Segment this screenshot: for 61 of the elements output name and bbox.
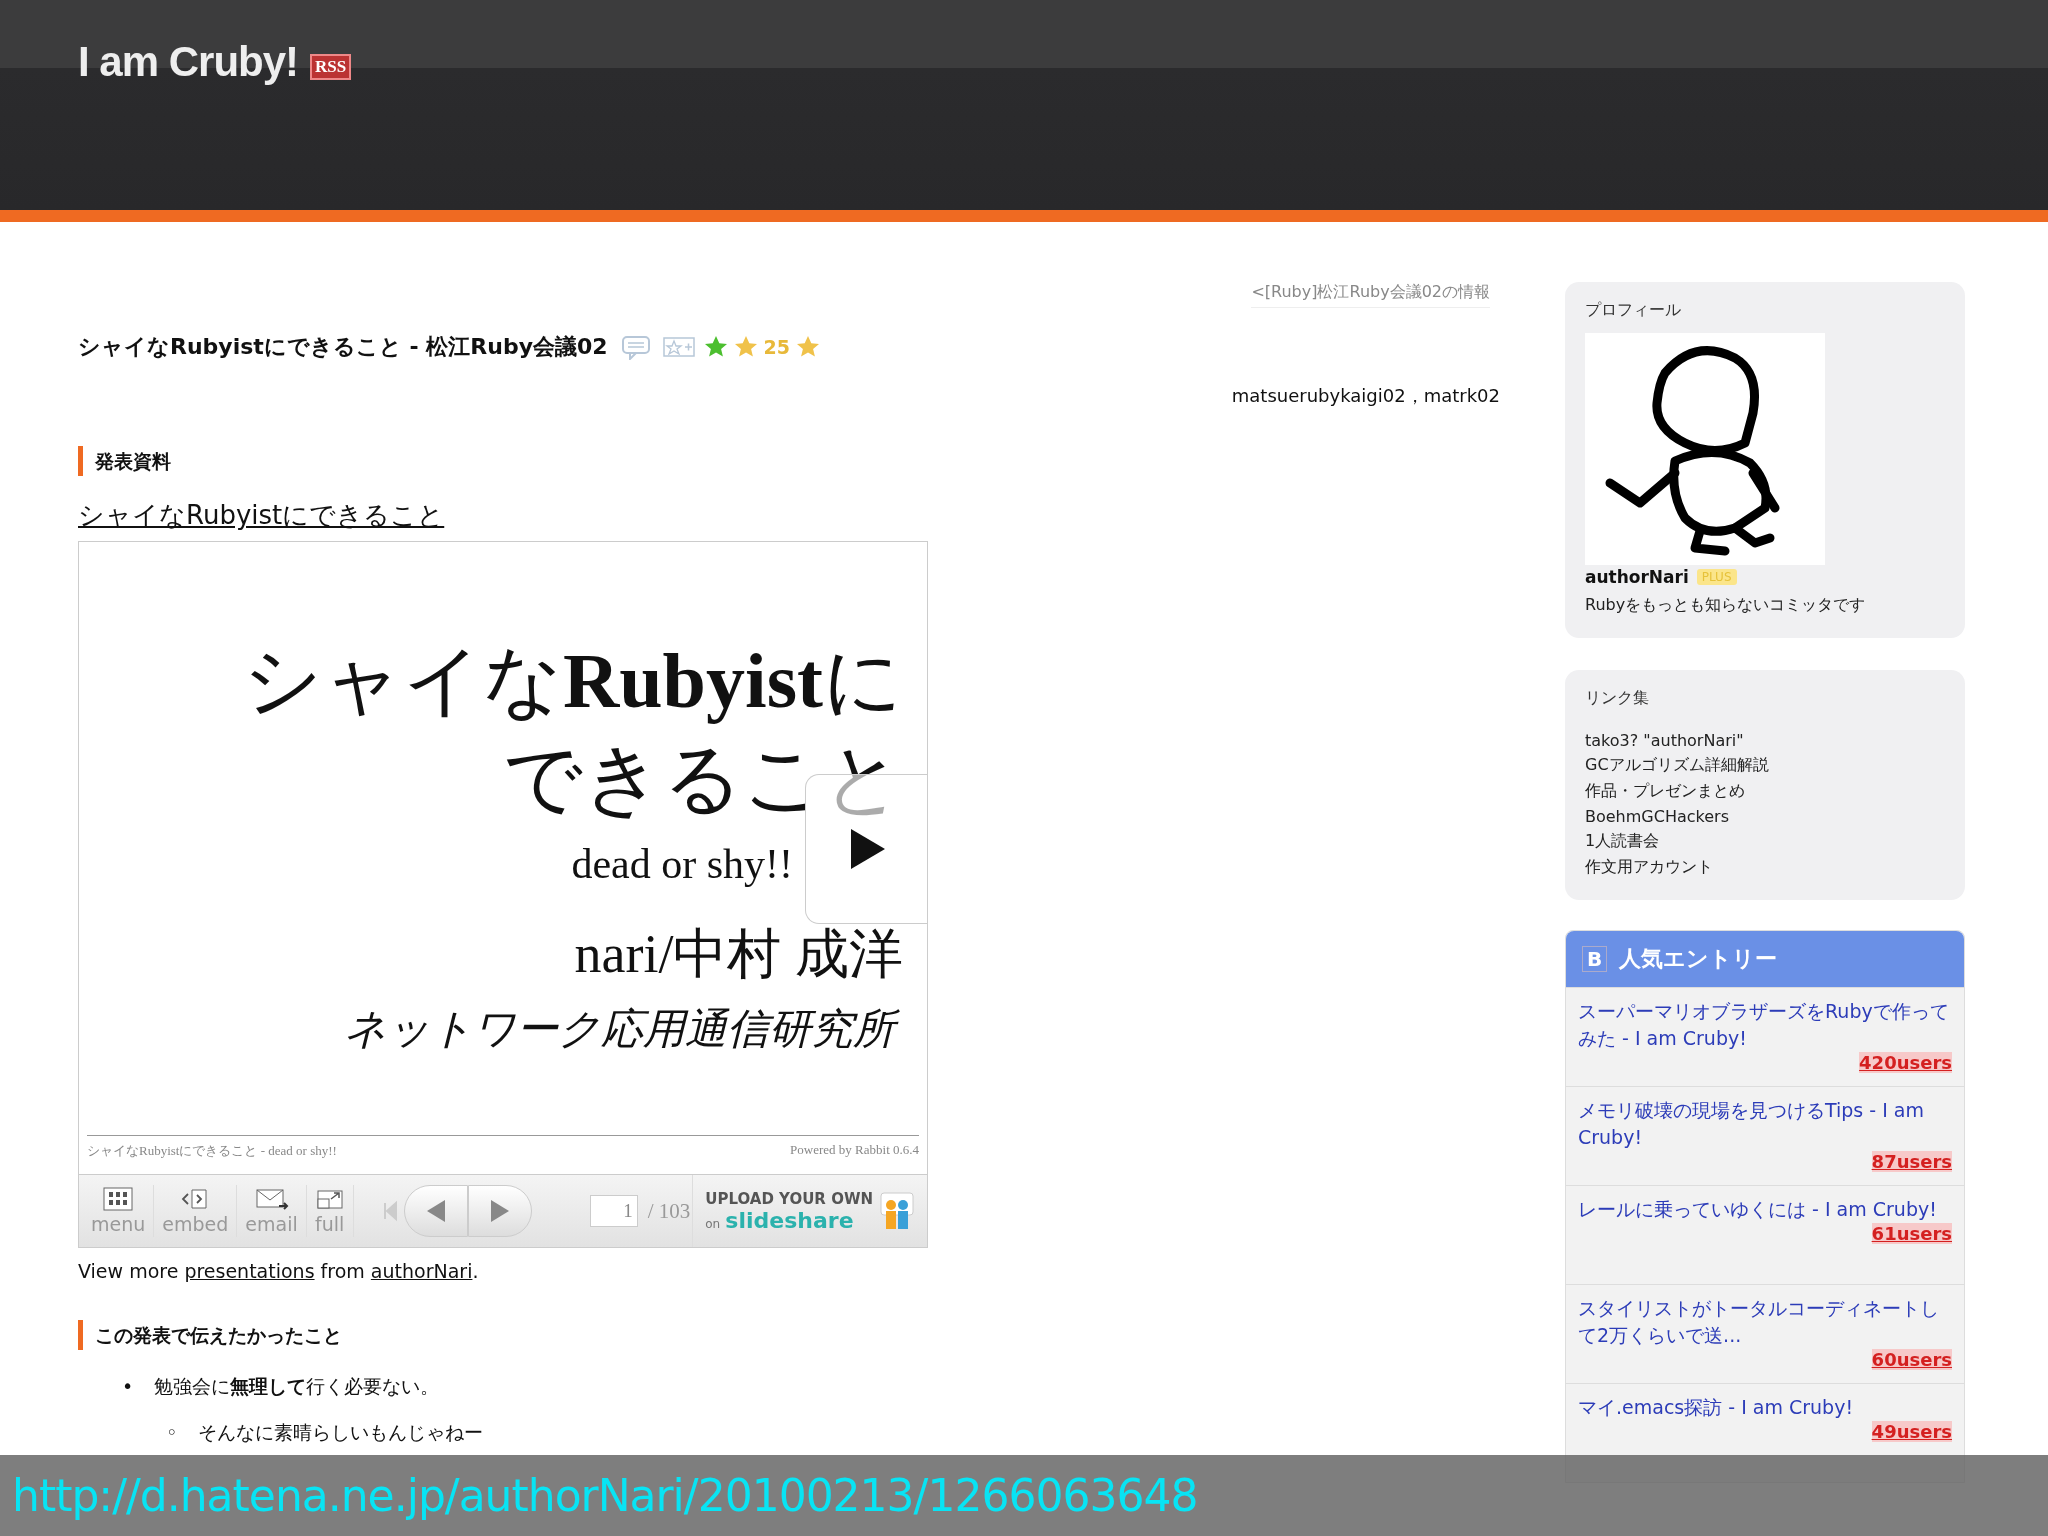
star-icon[interactable] (703, 335, 728, 359)
user-count-link[interactable]: 87users (1871, 1151, 1952, 1172)
previous-slide-button[interactable] (403, 1185, 468, 1237)
section-heading: この発表で伝えたかったこと (78, 1320, 1520, 1350)
entry-link[interactable]: マイ.emacs探訪 - I am Cruby! (1578, 1394, 1952, 1421)
page-number-field[interactable]: 1 (589, 1195, 638, 1227)
sidebar-link[interactable]: 1人読書会 (1585, 831, 1945, 852)
plus-badge: PLUS (1696, 569, 1737, 585)
page-total: / 103 (647, 1198, 691, 1224)
sidebar-link[interactable]: 作文用アカウント (1585, 857, 1945, 878)
bookmark-logo: B (1582, 946, 1608, 972)
people-logo-icon[interactable] (879, 1191, 915, 1231)
panel-title: リンク集 (1585, 688, 1650, 709)
profile-bio: Rubyをもっとも知らないコミッタです (1585, 595, 1867, 616)
slide-footer-text: シャイなRubyistにできること - dead or shy!! (87, 1142, 337, 1160)
slide-title: シャイなRubyistに できること (242, 636, 903, 824)
slide-subtitle: dead or shy!! (571, 840, 793, 888)
sidebar-link[interactable]: GCアルゴリズム詳細解説 (1585, 755, 1945, 776)
bullet-marker: • (122, 1374, 135, 1399)
first-slide-icon[interactable] (381, 1200, 398, 1222)
tag-list[interactable]: matsuerubykaigi02，matrk02 (1231, 384, 1500, 408)
slide-author: nari/中村 成洋 (574, 923, 903, 986)
fullscreen-icon (314, 1187, 345, 1211)
next-slide-button[interactable] (467, 1185, 532, 1237)
entry-link[interactable]: スタイリストがトータルコーディネートして2万くらいで送... (1578, 1295, 1952, 1349)
entry-link[interactable]: メモリ破壊の現場を見つけるTips - I am Cruby! (1578, 1097, 1952, 1151)
site-title[interactable]: I am Cruby! (78, 38, 299, 86)
presentation-link[interactable]: シャイなRubyistにできること (78, 498, 445, 533)
panel-title: 人気エントリー (1619, 945, 1778, 973)
url-caption: http://d.hatena.ne.jp/authorNari/20100213/1266063648 (12, 1470, 1198, 1521)
rss-badge[interactable]: RSS (310, 54, 352, 80)
view-more-text: View more presentations from authorNari. (78, 1260, 480, 1282)
slide-footer-text: Powered by Rabbit 0.6.4 (790, 1142, 919, 1159)
grid-icon (103, 1187, 134, 1211)
user-count-link[interactable]: 420users (1859, 1052, 1952, 1073)
user-count-link[interactable]: 49users (1871, 1421, 1952, 1442)
list-item-text: 勉強会に無理して行く必要ない。 (154, 1374, 439, 1399)
star-icon[interactable] (796, 335, 821, 359)
bullet-marker: ◦ (166, 1420, 179, 1445)
sidebar-link[interactable]: tako3? "authorNari" (1585, 731, 1945, 750)
user-count-link[interactable]: 61users (1871, 1223, 1952, 1244)
sidebar-link[interactable]: 作品・プレゼンまとめ (1585, 781, 1945, 802)
entry-link[interactable]: レールに乗っていゆくには - I am Cruby! (1578, 1196, 1952, 1223)
author-link[interactable]: authorNari (370, 1260, 473, 1282)
star-icon[interactable] (733, 335, 758, 359)
previous-entry-link[interactable]: <[Ruby]松江Ruby会議02の情報 (1251, 282, 1490, 308)
entry-link[interactable]: スーパーマリオブラザーズをRubyで作ってみた - I am Cruby! (1578, 998, 1952, 1052)
envelope-icon (254, 1187, 289, 1211)
comment-icon[interactable] (620, 334, 651, 360)
sidebar-link[interactable]: BoehmGCHackers (1585, 807, 1945, 826)
panel-title: プロフィール (1585, 300, 1682, 321)
user-count-link[interactable]: 60users (1871, 1349, 1952, 1370)
section-heading: 発表資料 (78, 446, 1520, 476)
presentations-link[interactable]: presentations (184, 1260, 315, 1282)
upload-text[interactable]: on (705, 1216, 721, 1231)
post-title: シャイなRubyistにできること - 松江Ruby会議02 (78, 333, 608, 361)
profile-name[interactable]: authorNari (1585, 567, 1689, 587)
upload-text[interactable]: UPLOAD YOUR OWN (705, 1189, 873, 1208)
list-item-text: そんなに素晴らしいもんじゃねー (198, 1420, 483, 1445)
slide-affiliation: ネットワーク応用通信研究所 (336, 1001, 903, 1061)
next-icon (488, 1198, 511, 1224)
